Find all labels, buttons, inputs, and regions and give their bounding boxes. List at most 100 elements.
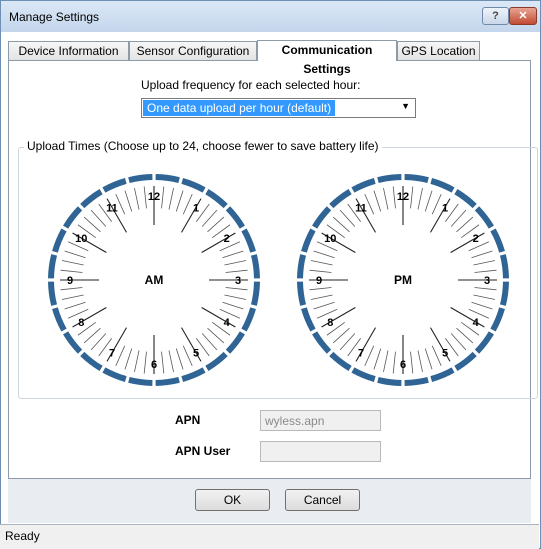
clock-hour-label: 3 (484, 275, 490, 287)
minute-tick (161, 186, 165, 209)
upload-slot-segment[interactable] (474, 206, 494, 229)
upload-slot-segment[interactable] (329, 351, 352, 371)
upload-slot-segment[interactable] (351, 178, 376, 193)
hour-tick (450, 232, 485, 253)
clock-hour-label: 5 (193, 348, 199, 360)
upload-slot-segment[interactable] (454, 351, 477, 371)
upload-slot-segment[interactable] (377, 376, 402, 386)
minute-tick (410, 351, 414, 374)
minute-tick (134, 187, 140, 210)
upload-slot-segment[interactable] (301, 228, 316, 253)
hour-tick (201, 232, 236, 253)
upload-slot-segment[interactable] (225, 206, 245, 229)
upload-slot-segment[interactable] (430, 178, 455, 193)
minute-tick (224, 294, 247, 300)
minute-tick (61, 294, 84, 300)
upload-slot-segment[interactable] (155, 376, 180, 386)
upload-slot-segment[interactable] (63, 206, 83, 229)
upload-slot-segment[interactable] (474, 331, 494, 354)
upload-slot-segment[interactable] (63, 331, 83, 354)
upload-slot-segment[interactable] (404, 376, 429, 386)
minute-tick (473, 294, 496, 300)
apn-label: APN (175, 413, 201, 427)
dropdown-arrow-icon[interactable]: ▼ (401, 101, 410, 111)
upload-slot-segment[interactable] (301, 307, 316, 332)
minute-tick (60, 269, 83, 273)
upload-slot-segment[interactable] (128, 174, 153, 184)
minute-tick (64, 301, 86, 310)
upload-slot-segment[interactable] (490, 228, 505, 253)
upload-slot-segment[interactable] (499, 281, 509, 306)
upload-slot-segment[interactable] (181, 367, 206, 382)
tab-sensor-configuration[interactable]: Sensor Configuration (129, 41, 257, 60)
upload-slot-segment[interactable] (454, 189, 477, 209)
upload-slot-segment[interactable] (205, 189, 228, 209)
minute-tick (339, 333, 356, 351)
upload-slot-segment[interactable] (48, 281, 58, 306)
minute-tick (332, 327, 350, 344)
minute-tick (182, 345, 193, 367)
minute-tick (143, 186, 147, 209)
upload-frequency-select[interactable]: One data upload per hour (default) ▼ (141, 98, 416, 118)
upload-slot-segment[interactable] (80, 189, 103, 209)
upload-slot-segment[interactable] (297, 254, 307, 279)
tab-device-information[interactable]: Device Information (8, 41, 129, 60)
upload-frequency-value: One data upload per hour (default) (143, 100, 336, 116)
upload-slot-segment[interactable] (48, 254, 58, 279)
clock-period-label: PM (394, 273, 412, 287)
minute-tick (168, 187, 174, 210)
minute-tick (201, 333, 218, 351)
apn-user-input[interactable] (260, 441, 381, 462)
minute-tick (310, 260, 333, 266)
tab-gps-location[interactable]: GPS Location (397, 41, 480, 60)
upload-slot-segment[interactable] (351, 367, 376, 382)
ok-button[interactable]: OK (195, 489, 270, 511)
upload-slot-segment[interactable] (312, 206, 332, 229)
am-clock[interactable]: 12 1 2 3 4 5 6 7 8 9 10 11 AM (44, 170, 264, 390)
hour-tick (450, 307, 485, 328)
minute-tick (309, 269, 332, 273)
upload-slot-segment[interactable] (490, 307, 505, 332)
upload-slot-segment[interactable] (128, 376, 153, 386)
tab-strip: Device Information Sensor Configuration … (8, 40, 531, 76)
minute-tick (182, 193, 193, 215)
minute-tick (61, 260, 84, 266)
upload-slot-segment[interactable] (250, 281, 260, 306)
minute-tick (417, 187, 423, 210)
upload-slot-segment[interactable] (241, 228, 256, 253)
upload-slot-segment[interactable] (80, 351, 103, 371)
upload-slot-segment[interactable] (205, 351, 228, 371)
tab-communication-settings[interactable]: Communication Settings (257, 40, 397, 76)
apn-input[interactable] (260, 410, 381, 431)
help-button[interactable]: ? (482, 7, 509, 25)
upload-slot-segment[interactable] (102, 178, 127, 193)
minute-tick (456, 216, 474, 233)
title-bar[interactable]: Manage Settings ? ✕ (1, 1, 540, 32)
pm-clock[interactable]: 12 1 2 3 4 5 6 7 8 9 10 11 PM (293, 170, 513, 390)
upload-slot-segment[interactable] (241, 307, 256, 332)
clock-hour-label: 7 (109, 348, 115, 360)
clock-hour-label: 9 (67, 275, 73, 287)
upload-slot-segment[interactable] (250, 254, 260, 279)
minute-tick (83, 216, 101, 233)
upload-slot-segment[interactable] (181, 178, 206, 193)
upload-slot-segment[interactable] (52, 228, 67, 253)
upload-slot-segment[interactable] (102, 367, 127, 382)
minute-tick (424, 348, 433, 370)
upload-slot-segment[interactable] (52, 307, 67, 332)
upload-slot-segment[interactable] (377, 174, 402, 184)
minute-tick (424, 190, 433, 212)
upload-slot-segment[interactable] (297, 281, 307, 306)
upload-slot-segment[interactable] (312, 331, 332, 354)
minute-tick (383, 350, 389, 373)
cancel-button[interactable]: Cancel (285, 489, 360, 511)
upload-slot-segment[interactable] (430, 367, 455, 382)
upload-slot-segment[interactable] (155, 174, 180, 184)
upload-slot-segment[interactable] (499, 254, 509, 279)
upload-slot-segment[interactable] (404, 174, 429, 184)
close-button[interactable]: ✕ (509, 7, 537, 25)
minute-tick (392, 351, 396, 374)
upload-slot-segment[interactable] (225, 331, 245, 354)
minute-tick (207, 216, 225, 233)
upload-slot-segment[interactable] (329, 189, 352, 209)
